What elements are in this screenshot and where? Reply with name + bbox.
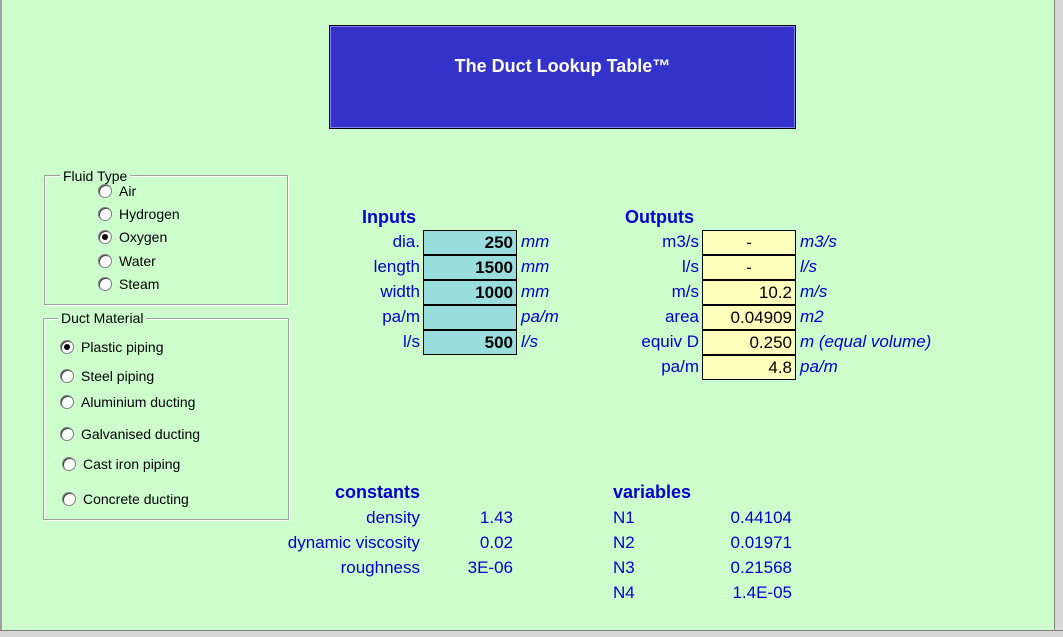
constant-value-roughness: 3E-06 [467, 558, 513, 577]
radio-label: Air [119, 183, 137, 199]
radio-label: Galvanised ducting [81, 426, 201, 442]
input-cell-dia[interactable]: 250 [423, 230, 517, 255]
radio-label: Hydrogen [119, 206, 180, 222]
window-bottom-border [0, 630, 1063, 637]
radio-fluid-water[interactable]: Water [98, 253, 156, 269]
radio-label: Aluminium ducting [81, 394, 196, 410]
constant-label-density: density [366, 508, 420, 527]
duct-material-legend: Duct Material [58, 310, 147, 326]
radio-label: Oxygen [119, 229, 168, 245]
constant-value-density: 1.43 [479, 508, 513, 527]
input-label-pam: pa/m [382, 307, 420, 326]
outputs-header: Outputs [625, 207, 694, 227]
radio-fluid-air[interactable]: Air [98, 183, 136, 199]
input-cell-ls[interactable]: 500 [423, 330, 517, 355]
constant-label-viscosity: dynamic viscosity [287, 533, 420, 552]
variable-value-n2: 0.01971 [730, 533, 792, 552]
output-cell-area: 0.04909 [702, 305, 796, 330]
output-cell-ls: - [702, 255, 796, 280]
output-cell-equiv-d: 0.250 [702, 330, 796, 355]
input-cell-length[interactable]: 1500 [423, 255, 517, 280]
output-unit-m3s: m3/s [800, 232, 837, 251]
window-right-border [1054, 0, 1063, 637]
radio-material-steel[interactable]: Steel piping [60, 368, 154, 384]
input-label-ls: l/s [403, 332, 420, 351]
radio-label: Cast iron piping [83, 456, 181, 472]
radio-label: Steel piping [81, 368, 155, 384]
input-unit-pam: pa/m [521, 307, 559, 326]
variable-label-n2: N2 [613, 533, 635, 552]
input-label-length: length [373, 257, 420, 276]
output-unit-area: m2 [800, 307, 824, 326]
variable-label-n3: N3 [613, 558, 635, 577]
radio-label: Plastic piping [81, 339, 164, 355]
constants-header: constants [335, 482, 421, 502]
variable-value-n1: 0.44104 [730, 508, 792, 527]
window-left-border [0, 0, 2, 637]
radio-material-aluminium[interactable]: Aluminium ducting [60, 394, 195, 410]
fluid-type-legend: Fluid Type [60, 168, 131, 184]
title-banner: The Duct Lookup Table™ [329, 25, 796, 129]
output-unit-equiv-d: m (equal volume) [800, 332, 932, 351]
input-label-width: width [380, 282, 420, 301]
radio-material-concrete[interactable]: Concrete ducting [62, 491, 189, 507]
radio-button-selected-icon [98, 230, 112, 244]
variables-header: variables [613, 482, 692, 502]
output-unit-ms: m/s [800, 282, 828, 301]
input-unit-length: mm [521, 257, 550, 276]
page-title: The Duct Lookup Table™ [454, 56, 671, 76]
output-label-pam: pa/m [661, 357, 699, 376]
radio-label: Concrete ducting [83, 491, 189, 507]
radio-label: Water [119, 253, 156, 269]
output-label-m3s: m3/s [662, 232, 699, 251]
radio-label: Steam [119, 276, 160, 292]
input-cell-pam[interactable] [423, 305, 517, 330]
variable-value-n4: 1.4E-05 [732, 583, 792, 602]
output-label-ls: l/s [682, 257, 699, 276]
input-label-dia: dia. [392, 232, 420, 251]
output-unit-pam: pa/m [800, 357, 838, 376]
radio-fluid-steam[interactable]: Steam [98, 276, 159, 292]
radio-button-icon [60, 427, 74, 441]
variable-value-n3: 0.21568 [730, 558, 792, 577]
radio-button-selected-icon [60, 340, 74, 354]
input-unit-dia: mm [521, 232, 550, 251]
radio-button-icon [62, 457, 76, 471]
output-cell-m3s: - [702, 230, 796, 255]
radio-fluid-oxygen[interactable]: Oxygen [98, 229, 167, 245]
output-label-equiv-d: equiv D [641, 332, 699, 351]
input-unit-ls: l/s [521, 332, 538, 351]
output-label-ms: m/s [671, 282, 699, 301]
radio-button-icon [98, 277, 112, 291]
output-cell-pam: 4.8 [702, 355, 796, 380]
radio-button-icon [60, 395, 74, 409]
radio-fluid-hydrogen[interactable]: Hydrogen [98, 206, 180, 222]
variable-label-n4: N4 [613, 583, 635, 602]
inputs-header: Inputs [362, 207, 416, 227]
radio-button-icon [60, 369, 74, 383]
constant-value-viscosity: 0.02 [479, 533, 513, 552]
radio-material-plastic[interactable]: Plastic piping [60, 339, 164, 355]
radio-material-cast-iron[interactable]: Cast iron piping [62, 456, 180, 472]
output-cell-ms: 10.2 [702, 280, 796, 305]
output-label-area: area [664, 307, 699, 326]
radio-button-icon [98, 254, 112, 268]
constant-label-roughness: roughness [340, 558, 420, 577]
input-cell-width[interactable]: 1000 [423, 280, 517, 305]
radio-button-icon [98, 207, 112, 221]
variable-label-n1: N1 [613, 508, 635, 527]
output-unit-ls: l/s [800, 257, 817, 276]
input-unit-width: mm [521, 282, 550, 301]
radio-material-galvanised[interactable]: Galvanised ducting [60, 426, 200, 442]
radio-button-icon [62, 492, 76, 506]
radio-button-icon [98, 184, 112, 198]
